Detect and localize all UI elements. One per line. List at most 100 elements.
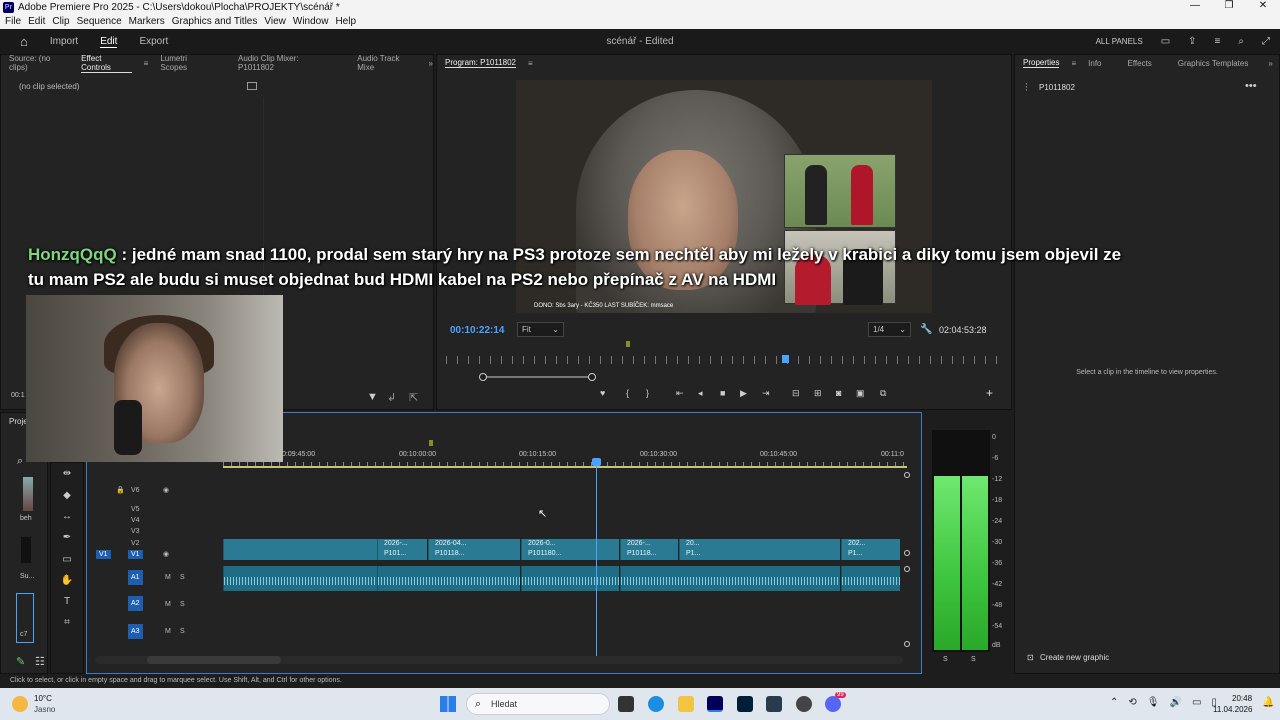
ripple-edit-icon[interactable]: ◆ <box>60 490 74 502</box>
audio-clip[interactable] <box>841 566 900 591</box>
menu-edit[interactable]: Edit <box>28 16 45 27</box>
timeline-playhead-handle[interactable] <box>592 458 601 466</box>
bell-icon[interactable]: 🔔 <box>1262 697 1274 708</box>
timeline-ruler[interactable]: 0:09:45:00 00:10:00:00 00:10:15:00 00:10… <box>223 450 907 468</box>
chevron-up-icon[interactable]: ⌃ <box>1110 697 1118 708</box>
track-name-a3[interactable]: A3 <box>128 624 143 639</box>
export-frame-icon[interactable]: ⇱ <box>409 391 418 404</box>
photoshop-icon[interactable] <box>737 696 753 712</box>
volume-icon[interactable]: 🔊 <box>1169 697 1181 708</box>
share-icon[interactable]: ⇪ <box>1188 36 1196 47</box>
network-icon[interactable]: ▭ <box>1192 697 1201 708</box>
multicam-icon[interactable]: ⧉ <box>880 388 886 399</box>
program-playhead[interactable] <box>782 355 789 363</box>
video-clip[interactable]: 202... P1... <box>841 539 900 560</box>
timeline-vertical-scrollbar[interactable] <box>903 470 911 650</box>
meter-solo-right[interactable]: S <box>971 656 976 663</box>
menu-file[interactable]: File <box>5 16 21 27</box>
sync-icon[interactable]: ⟲ <box>1128 697 1136 708</box>
video-clip[interactable]: 2026-04... P10118... <box>428 539 520 560</box>
discord-icon[interactable] <box>825 696 841 712</box>
more-options-icon[interactable]: ••• <box>1245 80 1257 92</box>
slip-tool-icon[interactable]: ↔ <box>60 511 74 523</box>
steam-app-icon[interactable] <box>796 696 812 712</box>
menu-sequence[interactable]: Sequence <box>77 16 122 27</box>
mic-icon[interactable]: 🎙 <box>1147 697 1160 708</box>
timeline-playhead[interactable] <box>596 461 597 657</box>
mark-in-icon[interactable]: { <box>626 388 629 398</box>
tab-effect-controls[interactable]: Effect Controls <box>81 54 132 73</box>
nav-edit[interactable]: Edit <box>100 36 118 48</box>
play-icon[interactable]: ▶ <box>740 388 747 399</box>
lift-icon[interactable]: ⊟ <box>792 388 800 399</box>
program-title[interactable]: Program: P1011802 <box>445 58 517 68</box>
ripple-icon[interactable]: ↲ <box>387 391 396 404</box>
all-panels-button[interactable]: ALL PANELS <box>1096 37 1143 46</box>
track-lock-icon[interactable]: 🔒 <box>116 486 125 494</box>
taskbar-search[interactable]: ⌕ Hledat <box>466 693 610 715</box>
mark-out-icon[interactable]: } <box>646 388 649 398</box>
video-clip[interactable]: 20... P1... <box>679 539 840 560</box>
audio-clip[interactable] <box>620 566 840 591</box>
panel-toggle-icon[interactable] <box>247 82 257 90</box>
tab-audio-track-mixer[interactable]: Audio Track Mixe <box>357 54 416 72</box>
work-area-bar[interactable] <box>223 466 907 468</box>
wrench-icon[interactable]: 🔧 <box>920 324 932 335</box>
tab-source[interactable]: Source: (no clips) <box>9 54 69 72</box>
tab-graphics-templates[interactable]: Graphics Templates <box>1178 59 1249 68</box>
tab-menu-icon[interactable]: ≡ <box>144 59 149 68</box>
pen-tool-icon[interactable]: ✒ <box>60 532 74 544</box>
premiere-taskbar-icon[interactable] <box>707 696 723 712</box>
solo-button[interactable]: S <box>180 601 185 608</box>
step-back-icon[interactable]: ◂ <box>698 388 703 399</box>
meter-solo-left[interactable]: S <box>943 656 948 663</box>
tab-audio-clip-mixer[interactable]: Audio Clip Mixer: P1011802 <box>238 54 333 72</box>
tab-info[interactable]: Info <box>1088 59 1101 68</box>
video-clip[interactable]: 2026-... P101... <box>377 539 427 560</box>
weather-icon[interactable] <box>12 696 28 712</box>
type-tool-icon[interactable]: T <box>60 596 74 608</box>
timeline-horizontal-scrollbar[interactable] <box>95 656 903 664</box>
start-icon[interactable] <box>440 696 456 712</box>
edge-icon[interactable] <box>648 696 664 712</box>
clock-time[interactable]: 20:48 <box>1232 694 1252 703</box>
menu-view[interactable]: View <box>264 16 286 27</box>
audio-clip[interactable] <box>223 566 377 591</box>
clock-date[interactable]: 11.04.2026 <box>1213 705 1252 714</box>
tab-lumetri-scopes[interactable]: Lumetri Scopes <box>160 54 214 72</box>
source-patch-v1[interactable]: V1 <box>96 550 111 559</box>
task-view-icon[interactable] <box>618 696 634 712</box>
tab-project[interactable]: Proje <box>9 417 28 426</box>
overflow-chevron-icon[interactable]: » <box>1268 59 1272 68</box>
home-icon[interactable]: ⌂ <box>20 34 28 49</box>
properties-menu-icon[interactable]: ≡ <box>1071 59 1076 68</box>
add-marker-icon[interactable]: ♥ <box>600 388 605 398</box>
pencil-icon[interactable]: ✎ <box>16 655 25 668</box>
solo-button[interactable]: S <box>180 628 185 635</box>
close-icon[interactable]: ✕ <box>1246 0 1280 11</box>
solo-button[interactable]: S <box>180 574 185 581</box>
mute-button[interactable]: M <box>165 601 171 608</box>
video-clip[interactable] <box>223 539 377 560</box>
zoom-bar[interactable] <box>446 373 1000 381</box>
video-clip[interactable]: 2026-0... P101180... <box>521 539 619 560</box>
track-name-v1[interactable]: V1 <box>128 550 143 559</box>
fit-dropdown[interactable]: Fit ⌄ <box>517 322 564 337</box>
eye-icon[interactable]: ◉ <box>163 550 169 558</box>
add-button-icon[interactable]: + <box>986 386 993 400</box>
track-name-a2[interactable]: A2 <box>128 596 143 611</box>
maximize-icon[interactable]: ❐ <box>1212 0 1246 11</box>
nav-import[interactable]: Import <box>50 36 78 47</box>
menu-graphics[interactable]: Graphics and Titles <box>172 16 258 27</box>
overflow-chevron-icon[interactable]: » <box>429 59 433 68</box>
weather-temp[interactable]: 10°C <box>34 694 52 703</box>
text-tool-icon[interactable]: ⌗ <box>60 617 74 629</box>
minimize-icon[interactable]: — <box>1178 0 1212 11</box>
project-thumb-1[interactable] <box>23 477 33 511</box>
extract-icon[interactable]: ⊞ <box>814 388 822 399</box>
workspace-menu-icon[interactable]: ≡ <box>1215 36 1221 47</box>
menu-help[interactable]: Help <box>335 16 356 27</box>
go-to-in-icon[interactable]: ⇤ <box>676 388 684 399</box>
program-menu-icon[interactable]: ≡ <box>528 59 533 68</box>
track-name-a1[interactable]: A1 <box>128 570 143 585</box>
